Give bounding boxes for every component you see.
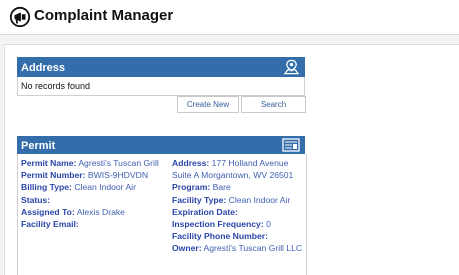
billing-type-field: Billing Type: Clean Indoor Air — [21, 182, 136, 193]
program-value: Bare — [212, 182, 231, 193]
permit-panel-header: Permit — [17, 136, 305, 154]
permit-name-value: Agresti's Tuscan Grill — [78, 158, 159, 168]
location-user-icon[interactable] — [283, 59, 300, 75]
expiration-date-field: Expiration Date: — [172, 206, 238, 217]
main-content: Address No records found Create New Sear… — [4, 44, 459, 275]
permit-right-column: Address: 177 Holland Avenue Suite A Morg… — [172, 157, 306, 255]
address-panel-title: Address — [21, 62, 66, 74]
address-field: Address: 177 Holland Avenue Suite A Morg… — [172, 158, 294, 181]
id-card-icon[interactable] — [282, 138, 300, 152]
app-header: Complaint Manager — [0, 0, 459, 35]
empty-state-text: No records found — [21, 81, 91, 91]
inspection-frequency-value: 0 — [266, 219, 271, 230]
inspection-frequency-field: Inspection Frequency: 0 — [172, 219, 271, 230]
owner-value: Agresti's Tuscan Grill LLC — [203, 243, 303, 254]
address-panel-body: No records found — [17, 77, 305, 96]
permit-number-value: BWIS-9HDVDN — [87, 170, 149, 181]
address-panel-header: Address — [17, 57, 305, 77]
permit-left-column: Permit Name: Agresti's Tuscan Grill Perm… — [21, 157, 169, 230]
megaphone-icon — [9, 6, 31, 28]
create-new-button[interactable]: Create New — [177, 96, 239, 113]
permit-panel-body: Permit Name: Agresti's Tuscan Grill Perm… — [17, 154, 307, 275]
assigned-to-field: Assigned To: Alexis Drake — [21, 206, 125, 217]
program-field: Program: Bare — [172, 182, 231, 193]
assigned-to-value: Alexis Drake — [76, 206, 125, 217]
permit-panel-title: Permit — [21, 140, 56, 152]
facility-phone-field: Facility Phone Number: — [172, 231, 268, 242]
app-title: Complaint Manager — [34, 7, 174, 24]
search-button[interactable]: Search — [241, 96, 306, 113]
owner-field: Owner: Agresti's Tuscan Grill LLC — [172, 243, 303, 254]
facility-type-field: Facility Type: Clean Indoor Air — [172, 194, 291, 205]
permit-name-field: Permit Name: Agresti's Tuscan Grill — [21, 158, 159, 168]
facility-type-value: Clean Indoor Air — [228, 194, 291, 205]
permit-number-field: Permit Number: BWIS-9HDVDN — [21, 170, 149, 181]
status-field: Status: — [21, 194, 51, 205]
facility-email-field: Facility Email: — [21, 219, 79, 230]
billing-type-value: Clean Indoor Air — [74, 182, 136, 193]
